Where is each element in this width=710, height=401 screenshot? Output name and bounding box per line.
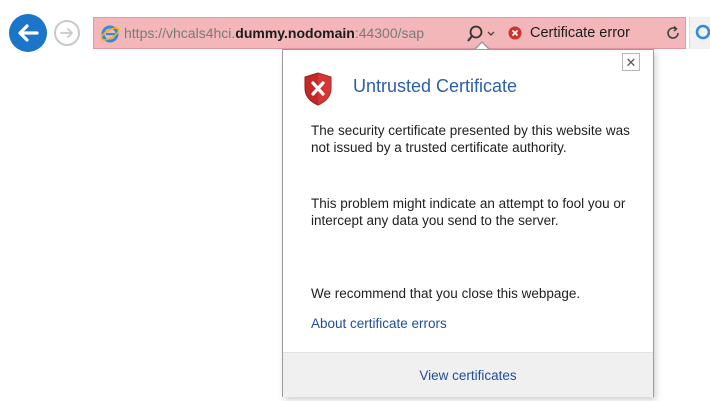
error-x-icon (508, 26, 522, 40)
risk-explanation-text: This problem might indicate an attempt t… (311, 196, 626, 228)
certificate-warning-text: The security certificate presented by th… (311, 123, 630, 155)
flyout-footer: View certificates (283, 352, 653, 397)
about-certificate-errors-link[interactable]: About certificate errors (311, 316, 447, 331)
close-icon: ✕ (625, 54, 637, 70)
certificate-error-button[interactable]: Certificate error (508, 21, 658, 45)
shield-error-icon (304, 72, 332, 106)
next-tab[interactable] (689, 17, 710, 49)
certificate-error-label: Certificate error (530, 25, 630, 41)
url-suffix: :44300/sap (354, 25, 425, 41)
ie-logo-icon (100, 25, 120, 43)
url-prefix: https://vhcals4hci. (124, 25, 236, 41)
back-button[interactable] (9, 14, 47, 52)
refresh-button[interactable] (662, 20, 684, 46)
recommendation-text: We recommend that you close this webpage… (311, 286, 581, 301)
forward-button[interactable] (54, 20, 80, 46)
ie-logo-icon (695, 24, 710, 40)
browser-window: https://vhcals4hci.dummy.nodomain:44300/… (0, 0, 710, 401)
certificate-error-flyout: ✕ Untrusted Certificate The security cer… (282, 49, 654, 397)
back-arrow-icon (18, 24, 39, 42)
url-host: dummy.nodomain (235, 25, 355, 41)
url-text[interactable]: https://vhcals4hci.dummy.nodomain:44300/… (124, 25, 484, 41)
refresh-icon (667, 25, 679, 39)
close-button[interactable]: ✕ (622, 53, 640, 71)
view-certificates-link[interactable]: View certificates (283, 368, 653, 383)
address-bar[interactable]: https://vhcals4hci.dummy.nodomain:44300/… (93, 17, 686, 49)
flyout-title: Untrusted Certificate (353, 76, 518, 96)
forward-arrow-icon (60, 28, 73, 38)
